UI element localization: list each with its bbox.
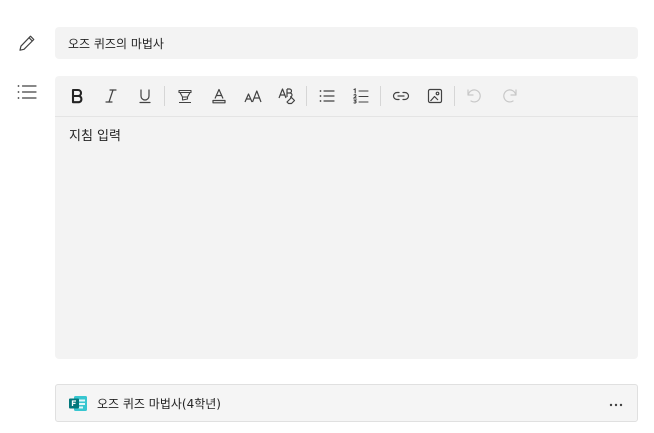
more-options-button[interactable] — [605, 394, 627, 412]
font-color-button[interactable] — [206, 83, 231, 109]
underline-icon — [138, 88, 152, 104]
title-field-value: 오즈 퀴즈의 마법사 — [68, 36, 164, 51]
font-color-icon — [211, 88, 227, 104]
bullet-list-icon — [319, 89, 335, 103]
toolbar-divider — [380, 86, 381, 106]
attachment-title: 오즈 퀴즈 마법사(4학년) — [97, 396, 221, 411]
italic-icon — [104, 88, 118, 104]
link-icon — [392, 90, 410, 102]
insert-link-button[interactable] — [388, 83, 413, 109]
attachment-card[interactable]: 오즈 퀴즈 마법사(4학년) — [55, 384, 638, 422]
numbered-list-button[interactable] — [348, 83, 373, 109]
clear-formatting-button[interactable] — [274, 83, 299, 109]
toolbar-divider — [454, 86, 455, 106]
pencil-icon — [16, 32, 38, 54]
microsoft-forms-icon — [69, 395, 97, 412]
instructions-placeholder: 지침 입력 — [69, 129, 121, 144]
insert-image-button[interactable] — [422, 83, 447, 109]
toolbar-divider — [164, 86, 165, 106]
numbered-list-icon — [352, 88, 369, 104]
redo-button[interactable] — [496, 83, 521, 109]
bold-button[interactable] — [64, 83, 89, 109]
bullet-list-button[interactable] — [314, 83, 339, 109]
title-field[interactable]: 오즈 퀴즈의 마법사 — [55, 27, 638, 59]
undo-icon — [466, 88, 484, 104]
redo-icon — [500, 88, 518, 104]
italic-button[interactable] — [98, 83, 123, 109]
bold-icon — [70, 88, 84, 104]
font-size-icon — [243, 88, 262, 104]
underline-button[interactable] — [132, 83, 157, 109]
highlight-button[interactable] — [172, 83, 197, 109]
instructions-input[interactable]: 지침 입력 — [55, 117, 638, 152]
undo-button[interactable] — [462, 83, 487, 109]
instructions-editor[interactable]: 지침 입력 — [55, 76, 638, 359]
image-icon — [427, 88, 443, 104]
formatting-toolbar — [55, 76, 638, 117]
more-options-icon — [609, 396, 623, 410]
clear-formatting-icon — [277, 87, 296, 105]
toolbar-divider — [306, 86, 307, 106]
highlighter-icon — [177, 88, 193, 104]
bullet-list-icon — [16, 81, 38, 103]
font-size-button[interactable] — [240, 83, 265, 109]
